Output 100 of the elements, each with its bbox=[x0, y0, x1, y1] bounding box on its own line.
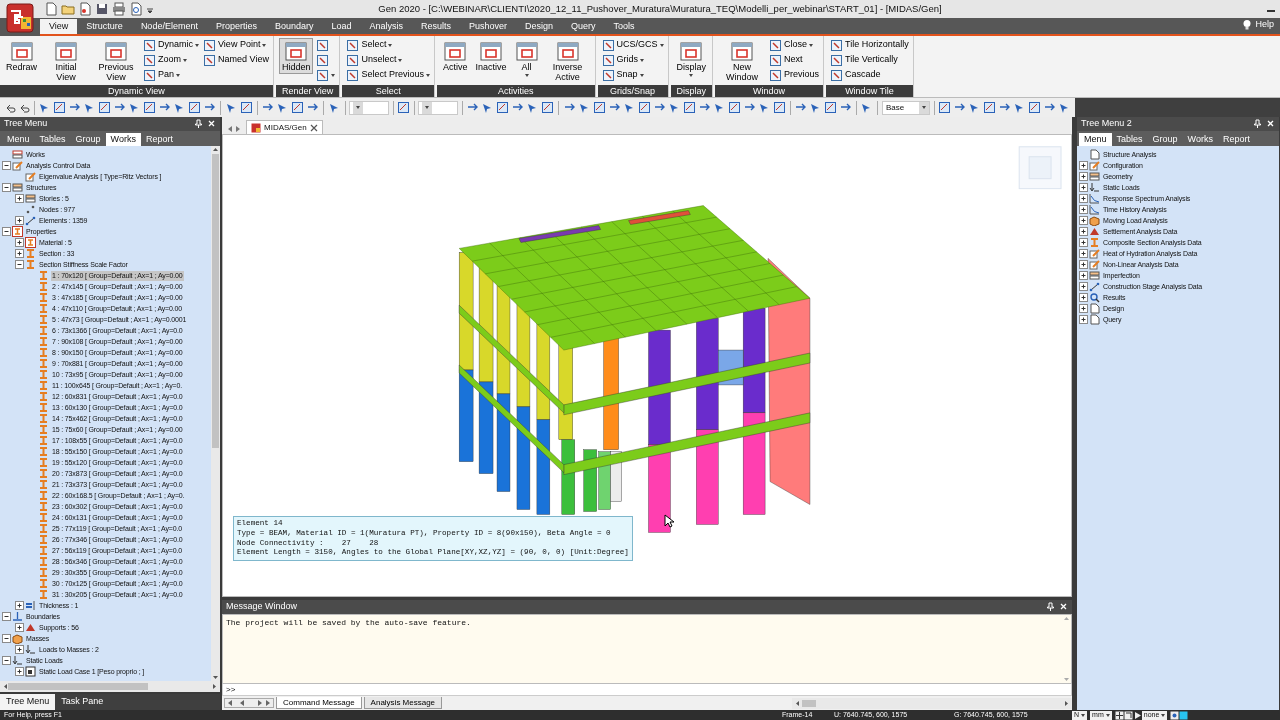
ribbon-button[interactable]: Grids bbox=[600, 53, 665, 67]
page-icon[interactable] bbox=[44, 2, 58, 16]
collapse-toggle[interactable] bbox=[2, 612, 11, 621]
ribbon-button[interactable]: New Window bbox=[718, 38, 767, 84]
frame-icon[interactable] bbox=[938, 101, 951, 114]
scrollbar[interactable] bbox=[0, 681, 220, 692]
expand-toggle[interactable] bbox=[1079, 183, 1088, 192]
frame-icon[interactable] bbox=[188, 101, 202, 114]
ribbon-button[interactable] bbox=[315, 68, 337, 82]
scroll-thumb[interactable] bbox=[8, 683, 148, 690]
nav-arrows-icon[interactable] bbox=[226, 124, 242, 134]
expand-toggle[interactable] bbox=[1079, 227, 1088, 236]
panel-tab[interactable]: Menu bbox=[1079, 133, 1112, 146]
ribbon-button[interactable]: Redraw bbox=[3, 38, 40, 74]
frame-icon[interactable] bbox=[727, 101, 741, 114]
print-icon[interactable] bbox=[112, 2, 126, 16]
collapse-toggle[interactable] bbox=[2, 161, 11, 170]
ribbon-tab[interactable]: Query bbox=[562, 19, 605, 34]
command-prompt[interactable]: >> bbox=[222, 684, 1072, 696]
expand-toggle[interactable] bbox=[15, 623, 24, 632]
frame-icon[interactable] bbox=[496, 101, 510, 114]
panel-tab[interactable]: Tree Menu bbox=[0, 694, 56, 710]
expand-toggle[interactable] bbox=[1079, 194, 1088, 203]
ribbon-tab[interactable]: Results bbox=[412, 19, 461, 34]
message-tab[interactable]: Command Message bbox=[276, 697, 362, 709]
expand-toggle[interactable] bbox=[1079, 205, 1088, 214]
expand-toggle[interactable] bbox=[1079, 161, 1088, 170]
frame-icon[interactable] bbox=[1028, 101, 1041, 114]
expand-toggle[interactable] bbox=[1079, 238, 1088, 247]
expand-toggle[interactable] bbox=[15, 667, 24, 676]
ribbon-tab[interactable]: Load bbox=[322, 19, 361, 34]
ribbon-button[interactable]: Select Previous bbox=[345, 68, 431, 82]
expand-toggle[interactable] bbox=[1079, 260, 1088, 269]
scrollbar[interactable] bbox=[211, 146, 220, 681]
expand-toggle[interactable] bbox=[1079, 216, 1088, 225]
expand-toggle[interactable] bbox=[15, 238, 24, 247]
scroll-thumb[interactable] bbox=[802, 699, 816, 707]
frame-icon[interactable] bbox=[143, 101, 157, 114]
frame-icon[interactable] bbox=[291, 101, 305, 114]
panel-tab[interactable]: Group bbox=[70, 133, 106, 146]
ribbon-button[interactable]: All bbox=[511, 38, 542, 79]
frame-icon[interactable] bbox=[983, 101, 996, 114]
ribbon-button[interactable]: View Point bbox=[202, 38, 270, 52]
layer-combo[interactable]: Base bbox=[881, 100, 930, 115]
ribbon-button[interactable]: Hidden bbox=[278, 38, 314, 74]
expand-toggle[interactable] bbox=[15, 216, 24, 225]
nav-arrows-icon[interactable] bbox=[224, 698, 274, 708]
scroll-thumb[interactable] bbox=[212, 154, 219, 449]
ribbon-tab[interactable]: Structure bbox=[77, 19, 132, 34]
collapse-toggle[interactable] bbox=[15, 260, 24, 269]
panel-tab[interactable]: Works bbox=[1182, 133, 1218, 146]
expand-toggle[interactable] bbox=[1079, 304, 1088, 313]
ribbon-tab[interactable]: Properties bbox=[206, 19, 266, 34]
document-tab[interactable]: MIDAS/Gen bbox=[246, 120, 323, 134]
pin-icon[interactable] bbox=[1046, 602, 1055, 612]
page-icon[interactable] bbox=[78, 2, 92, 16]
help-icon[interactable] bbox=[1170, 710, 1180, 720]
ribbon-button[interactable]: Previous View bbox=[92, 38, 140, 84]
ribbon-tab[interactable]: Analysis bbox=[360, 19, 413, 34]
ribbon-button[interactable]: Inactive bbox=[472, 38, 510, 74]
panel-tab[interactable]: Menu bbox=[2, 133, 35, 146]
ribbon-button[interactable]: UCS/GCS bbox=[600, 38, 665, 52]
ribbon-button[interactable]: Active bbox=[439, 38, 471, 74]
ribbon-button[interactable]: Select bbox=[345, 38, 431, 52]
collapse-toggle[interactable] bbox=[2, 227, 11, 236]
frame-icon[interactable] bbox=[98, 101, 112, 114]
ribbon-tab[interactable]: Boundary bbox=[265, 19, 323, 34]
ribbon-button[interactable]: Inverse Active bbox=[543, 38, 592, 84]
panel-tab[interactable]: Task Pane bbox=[55, 694, 110, 710]
expand-toggle[interactable] bbox=[15, 249, 24, 258]
ribbon-tab[interactable]: Pushover bbox=[460, 19, 517, 34]
collapse-toggle[interactable] bbox=[2, 183, 11, 192]
collapse-toggle[interactable] bbox=[2, 634, 11, 643]
snap-icon[interactable] bbox=[1123, 710, 1133, 720]
pin-icon[interactable] bbox=[1253, 119, 1262, 129]
frame-icon[interactable] bbox=[239, 101, 253, 114]
ribbon-button[interactable]: Initial View bbox=[42, 38, 90, 84]
ribbon-button[interactable]: Snap bbox=[600, 68, 665, 82]
scrollbar[interactable] bbox=[792, 697, 1072, 709]
expand-toggle[interactable] bbox=[15, 194, 24, 203]
expand-toggle[interactable] bbox=[1079, 271, 1088, 280]
ribbon-button[interactable]: Zoom bbox=[142, 53, 201, 67]
expand-toggle[interactable] bbox=[15, 645, 24, 654]
scroll-right-icon[interactable] bbox=[1064, 699, 1070, 707]
ribbon-button[interactable]: Cascade bbox=[829, 68, 910, 82]
expand-toggle[interactable] bbox=[1079, 172, 1088, 181]
panel-tab[interactable]: Tables bbox=[34, 133, 71, 146]
ribbon-tab[interactable]: Node/Element bbox=[131, 19, 207, 34]
ribbon-button[interactable]: Pan bbox=[142, 68, 201, 82]
ribbon-button[interactable]: Tile Horizontally bbox=[829, 38, 910, 52]
expand-toggle[interactable] bbox=[15, 601, 24, 610]
color-square-icon[interactable] bbox=[1179, 710, 1189, 720]
frame-icon[interactable] bbox=[772, 101, 786, 114]
ribbon-tab[interactable]: View bbox=[40, 19, 78, 34]
message-tab[interactable]: Analysis Message bbox=[363, 697, 443, 709]
panel-tab[interactable]: Group bbox=[1147, 133, 1183, 146]
ribbon-button[interactable]: Named View bbox=[202, 53, 270, 67]
ribbon-button[interactable]: Close bbox=[768, 38, 821, 52]
panel-tab[interactable]: Tables bbox=[1111, 133, 1148, 146]
panel-tab[interactable]: Report bbox=[140, 133, 178, 146]
